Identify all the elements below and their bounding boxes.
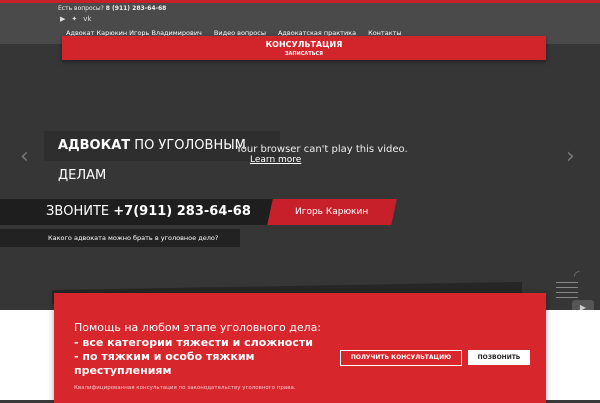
twitter-icon[interactable]: ✦	[71, 15, 77, 23]
help-panel: Помощь на любом этапе уголовного дела: -…	[54, 293, 546, 403]
call-banner: ЗВОНИТЕ +7(911) 283-64-68	[0, 199, 290, 225]
vk-icon[interactable]: vk	[83, 15, 91, 23]
consultation-subtitle: ЗАПИСАТЬСЯ	[284, 51, 324, 57]
video-error-message: Your browser can't play this video.	[236, 144, 408, 155]
panel-line: преступлениям	[74, 364, 172, 377]
panel-title: Помощь на любом этапе уголовного дела:	[74, 321, 322, 334]
lawyer-name-button[interactable]: Игорь Карюкин	[267, 199, 397, 225]
slider-prev-icon[interactable]: ‹	[20, 144, 29, 169]
hero-phone[interactable]: +7(911) 283-64-68	[113, 204, 251, 219]
menu-icon[interactable]	[556, 282, 578, 302]
slider-next-icon[interactable]: ›	[566, 144, 575, 169]
youtube-icon[interactable]: ▶	[60, 15, 65, 23]
get-consultation-button[interactable]: ПОЛУЧИТЬ КОНСУЛЬТАЦИЮ	[340, 350, 462, 366]
hero-question-link[interactable]: Какого адвоката можно брать в уголовное …	[0, 229, 240, 247]
contact-question: Есть вопросы? 8 (911) 283-64-68	[58, 5, 167, 12]
call-button[interactable]: ПОЗВОНИТЬ	[468, 350, 530, 365]
header-phone[interactable]: 8 (911) 283-64-68	[106, 5, 167, 12]
video-learn-more-link[interactable]: Learn more	[250, 155, 301, 165]
consultation-title: КОНСУЛЬТАЦИЯ	[265, 40, 343, 49]
panel-line: - все категории тяжести и сложности	[74, 336, 313, 349]
consultation-button[interactable]: КОНСУЛЬТАЦИЯ ЗАПИСАТЬСЯ	[62, 36, 546, 60]
panel-note: Квалифицированная консультация по законо…	[74, 385, 296, 391]
social-links: ▶ ✦ vk	[60, 15, 91, 23]
panel-line: - по тяжким и особо тяжким	[74, 350, 255, 363]
